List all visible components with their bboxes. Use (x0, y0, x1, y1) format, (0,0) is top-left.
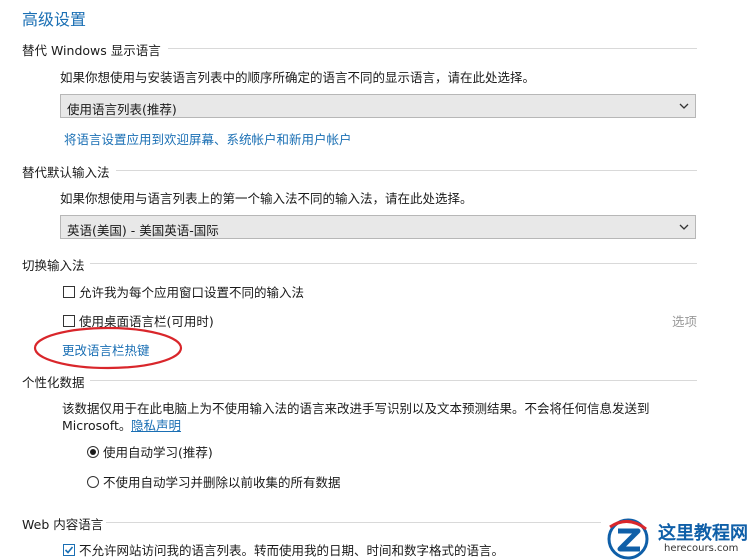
input-method-select-value: 英语(美国) - 美国英语-国际 (67, 223, 219, 238)
watermark-z-icon (607, 518, 649, 560)
annotation-circle (33, 326, 183, 370)
chevron-down-icon (679, 103, 689, 109)
no-auto-learning-label: 不使用自动学习并删除以前收集的所有数据 (103, 475, 341, 490)
web-language-label: 不允许网站访问我的语言列表。转而使用我的日期、时间和数字格式的语言。 (79, 543, 505, 558)
input-method-select[interactable]: 英语(美国) - 美国英语-国际 (60, 215, 696, 239)
personalization-heading: 个性化数据 (22, 375, 85, 390)
page-title: 高级设置 (22, 10, 87, 29)
section-divider (90, 263, 697, 264)
section-divider (106, 522, 601, 523)
web-language-checkbox[interactable] (63, 544, 75, 556)
display-language-description: 如果你想使用与安装语言列表中的顺序所确定的语言不同的显示语言，请在此处选择。 (60, 70, 536, 85)
langbar-options-link[interactable]: 选项 (672, 311, 697, 330)
web-language-heading: Web 内容语言 (22, 517, 104, 532)
per-app-input-label: 允许我为每个应用窗口设置不同的输入法 (79, 285, 305, 300)
auto-learning-radio[interactable] (87, 446, 99, 458)
display-language-select-value: 使用语言列表(推荐) (67, 102, 177, 117)
checkmark-icon (64, 546, 74, 554)
switch-input-heading: 切换输入法 (22, 258, 85, 273)
input-method-description: 如果你想使用与语言列表上的第一个输入法不同的输入法，请在此处选择。 (60, 191, 473, 206)
privacy-statement-link[interactable]: 隐私声明 (131, 415, 181, 434)
watermark-logo: 这里教程网 herecours.com (602, 517, 749, 560)
section-divider (90, 380, 697, 381)
display-language-select[interactable]: 使用语言列表(推荐) (60, 94, 696, 118)
input-method-heading: 替代默认输入法 (22, 165, 110, 180)
auto-learning-label: 使用自动学习(推荐) (103, 445, 213, 460)
apply-language-settings-link[interactable]: 将语言设置应用到欢迎屏幕、系统帐户和新用户帐户 (64, 129, 352, 148)
watermark-cn-text: 这里教程网 (658, 523, 748, 544)
chevron-down-icon (679, 224, 689, 230)
per-app-input-checkbox[interactable] (63, 286, 75, 298)
radio-selected-dot (90, 449, 96, 455)
display-language-heading: 替代 Windows 显示语言 (22, 43, 161, 58)
section-divider (168, 48, 697, 49)
no-auto-learning-radio[interactable] (87, 476, 99, 488)
personalization-description-line2: Microsoft。 (62, 418, 132, 433)
section-divider (116, 170, 697, 171)
watermark-url-text: herecours.com (664, 543, 739, 554)
